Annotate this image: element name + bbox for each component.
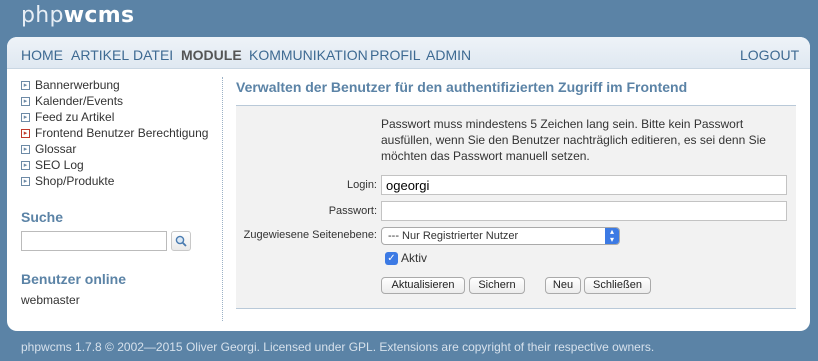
main-panel: HOME ARTIKEL DATEI MODULE KOMMUNIKATION …	[7, 37, 810, 331]
nav-module[interactable]: MODULE	[181, 47, 242, 63]
arrow-box-icon: ▸	[21, 144, 30, 154]
arrow-box-icon: ▸	[21, 80, 30, 90]
sidebar-item-label: Bannerwerbung	[35, 78, 120, 92]
nav-kommunikation[interactable]: KOMMUNIKATION	[249, 47, 368, 63]
search-input[interactable]	[21, 231, 167, 251]
arrow-box-icon: ▸	[21, 112, 30, 122]
nav-artikel[interactable]: ARTIKEL	[71, 47, 129, 63]
sidebar-item-label: Glossar	[35, 142, 77, 156]
arrow-box-icon: ▸	[21, 160, 30, 170]
search-row	[21, 231, 221, 251]
search-heading: Suche	[21, 209, 64, 225]
active-label: Aktiv	[401, 251, 428, 265]
search-icon	[175, 235, 187, 247]
sidebar-item-kalender[interactable]: ▸ Kalender/Events	[21, 93, 221, 109]
users-online-heading: Benutzer online	[21, 271, 127, 287]
sidebar-item-shop[interactable]: ▸ Shop/Produkte	[21, 173, 221, 189]
nav-admin[interactable]: ADMIN	[426, 47, 471, 63]
arrow-box-active-icon: ▸	[21, 128, 30, 138]
active-row: ✓ Aktiv	[385, 251, 427, 265]
app-logo: phpwcms	[21, 3, 135, 28]
user-form: Passwort muss mindestens 5 Zeichen lang …	[236, 105, 796, 309]
top-navigation: HOME ARTIKEL DATEI MODULE KOMMUNIKATION …	[7, 37, 810, 69]
password-label: Passwort:	[328, 205, 377, 217]
close-button[interactable]: Schließen	[584, 277, 651, 294]
online-user: webmaster	[21, 293, 80, 307]
password-field[interactable]	[381, 201, 787, 221]
arrow-box-icon: ▸	[21, 176, 30, 186]
sidebar-item-bannerwerbung[interactable]: ▸ Bannerwerbung	[21, 77, 221, 93]
level-label: Zugewiesene Seitenebene:	[243, 229, 377, 241]
sidebar-item-label: Frontend Benutzer Berechtigung	[35, 126, 209, 140]
login-label: Login:	[347, 179, 377, 191]
sidebar-item-label: SEO Log	[35, 158, 84, 172]
search-button[interactable]	[171, 231, 191, 251]
main-content: Verwalten der Benutzer für den authentif…	[236, 77, 796, 309]
active-checkbox[interactable]: ✓	[385, 251, 398, 265]
select-arrows-icon: ▴ ▾	[605, 228, 619, 244]
new-button[interactable]: Neu	[545, 277, 581, 294]
save-button[interactable]: Sichern	[469, 277, 525, 294]
sidebar-item-label: Kalender/Events	[35, 94, 124, 108]
level-select-value: --- Nur Registrierter Nutzer	[388, 230, 519, 242]
sidebar: ▸ Bannerwerbung ▸ Kalender/Events ▸ Feed…	[21, 77, 221, 307]
logout-link[interactable]: LOGOUT	[740, 47, 799, 63]
sidebar-item-label: Shop/Produkte	[35, 174, 115, 188]
sidebar-item-feed[interactable]: ▸ Feed zu Artikel	[21, 109, 221, 125]
password-hint: Passwort muss mindestens 5 Zeichen lang …	[381, 117, 766, 163]
arrow-box-icon: ▸	[21, 96, 30, 106]
update-button[interactable]: Aktualisieren	[381, 277, 465, 294]
login-field[interactable]	[381, 175, 787, 195]
nav-datei[interactable]: DATEI	[133, 47, 173, 63]
sidebar-item-glossar[interactable]: ▸ Glossar	[21, 141, 221, 157]
nav-home[interactable]: HOME	[21, 47, 63, 63]
sidebar-item-label: Feed zu Artikel	[35, 110, 115, 124]
page-title: Verwalten der Benutzer für den authentif…	[236, 79, 688, 95]
sidebar-divider	[222, 77, 223, 321]
nav-profil[interactable]: PROFIL	[370, 47, 421, 63]
sidebar-item-frontend-benutzer[interactable]: ▸ Frontend Benutzer Berechtigung	[21, 125, 221, 141]
sidebar-item-seo-log[interactable]: ▸ SEO Log	[21, 157, 221, 173]
level-select[interactable]: --- Nur Registrierter Nutzer ▴ ▾	[381, 227, 620, 245]
footer-copyright: phpwcms 1.7.8 © 2002—2015 Oliver Georgi.…	[21, 340, 655, 354]
